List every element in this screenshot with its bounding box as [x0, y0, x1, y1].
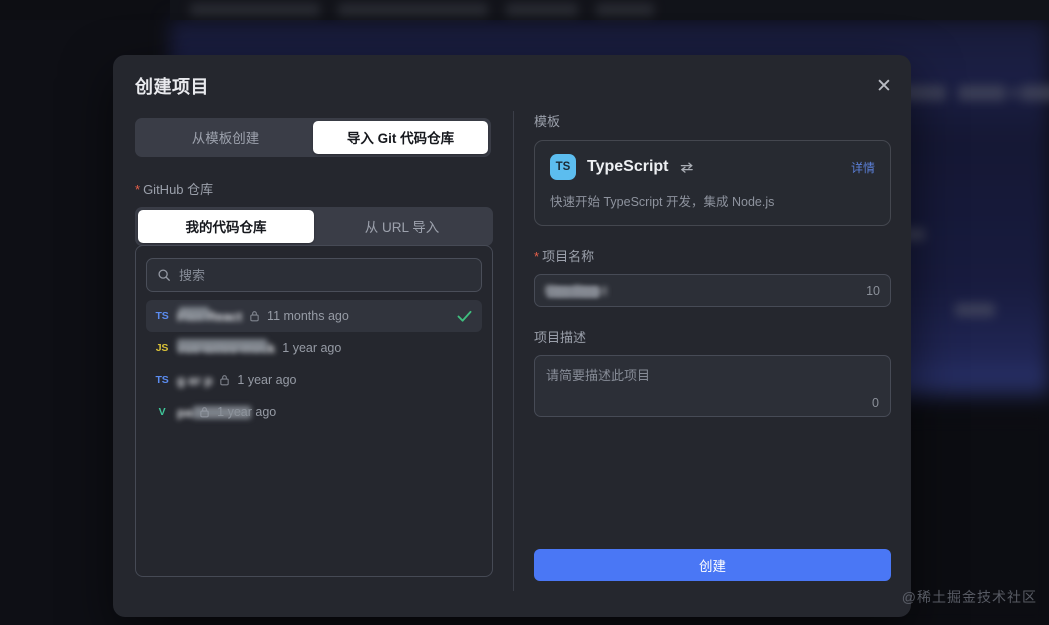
- create-project-dialog: 创建项目 ✕ 从模板创建 导入 Git 代码仓库 * GitHub 仓库 我的代码…: [113, 55, 911, 617]
- repo-source-tab-group: 我的代码仓库 从 URL 导入: [135, 207, 493, 246]
- watermark: @稀土掘金技术社区: [901, 589, 1037, 605]
- template-card-header: TS TypeScript 详情: [550, 154, 875, 180]
- typescript-badge-icon: TS: [550, 154, 576, 180]
- project-name-counter: 10: [866, 283, 880, 298]
- create-button[interactable]: 创建: [534, 549, 891, 581]
- template-section-label: 模板: [534, 114, 561, 129]
- template-detail-link[interactable]: 详情: [851, 159, 875, 176]
- panel-divider: [513, 111, 514, 591]
- language-badge-vue: V: [158, 406, 166, 418]
- project-name-input[interactable]: [545, 283, 859, 298]
- repo-updated-time: 11 months ago: [267, 309, 349, 323]
- search-input[interactable]: [179, 267, 471, 283]
- project-name-label-text: 项目名称: [542, 249, 595, 264]
- template-card[interactable]: TS TypeScript 详情 快速开始 TypeScript 开发，集成 N…: [534, 140, 891, 226]
- repo-updated-time: 1 year ago: [237, 373, 297, 387]
- repo-search-box[interactable]: [146, 258, 482, 292]
- repo-list-item[interactable]: V pa 1 year ago: [146, 396, 482, 428]
- project-desc-field-wrapper[interactable]: 0: [534, 355, 891, 417]
- language-badge-ts: TS: [155, 374, 169, 386]
- tab-from-url[interactable]: 从 URL 导入: [314, 210, 490, 243]
- project-name-field-wrapper[interactable]: 10: [534, 274, 891, 307]
- required-marker: *: [135, 182, 141, 197]
- swap-icon[interactable]: [680, 161, 694, 174]
- template-name: TypeScript: [587, 158, 669, 175]
- left-column: 从模板创建 导入 Git 代码仓库 * GitHub 仓库 我的代码仓库 从 UR…: [135, 118, 493, 246]
- template-description: 快速开始 TypeScript 开发，集成 Node.js: [550, 195, 775, 209]
- repo-updated-time: 1 year ago: [282, 341, 342, 355]
- repo-list-item[interactable]: JS vue-axios-mock 1 year ago: [146, 332, 482, 364]
- repo-list: TS Flex React 11 months ago JS vue-axios…: [146, 300, 482, 428]
- tab-import-git[interactable]: 导入 Git 代码仓库: [313, 121, 488, 154]
- search-icon: [157, 268, 171, 282]
- lock-icon: [199, 406, 210, 418]
- repo-name: pa: [177, 404, 252, 420]
- project-desc-label: 项目描述: [534, 330, 587, 345]
- language-badge-ts: TS: [155, 310, 169, 322]
- project-desc-counter: 0: [872, 396, 879, 410]
- project-desc-textarea[interactable]: [546, 365, 879, 391]
- tab-my-repos[interactable]: 我的代码仓库: [138, 210, 314, 243]
- repo-list-item[interactable]: TS g er p 1 year ago: [146, 364, 482, 396]
- github-repo-label: * GitHub 仓库: [135, 179, 493, 198]
- tab-from-template[interactable]: 从模板创建: [138, 121, 313, 154]
- repo-name: g er p: [177, 372, 213, 388]
- repo-list-item[interactable]: TS Flex React 11 months ago: [146, 300, 482, 332]
- required-marker: *: [534, 249, 540, 264]
- dialog-title: 创建项目: [135, 77, 209, 97]
- lock-icon: [219, 374, 230, 386]
- lock-icon: [249, 310, 260, 322]
- repo-name: Flex React: [177, 306, 243, 324]
- project-name-label: * 项目名称: [534, 246, 891, 265]
- source-tab-group: 从模板创建 导入 Git 代码仓库: [135, 118, 491, 157]
- github-repo-label-text: GitHub 仓库: [143, 182, 214, 197]
- right-column: 模板 TS TypeScript 详情 快速开始 TypeScript 开发，集…: [534, 111, 891, 417]
- repo-list-panel: TS Flex React 11 months ago JS vue-axios…: [135, 245, 493, 577]
- language-badge-js: JS: [155, 342, 169, 354]
- close-icon[interactable]: ✕: [869, 71, 899, 101]
- check-icon: [457, 310, 472, 323]
- repo-name: vue-axios-mock: [177, 338, 276, 356]
